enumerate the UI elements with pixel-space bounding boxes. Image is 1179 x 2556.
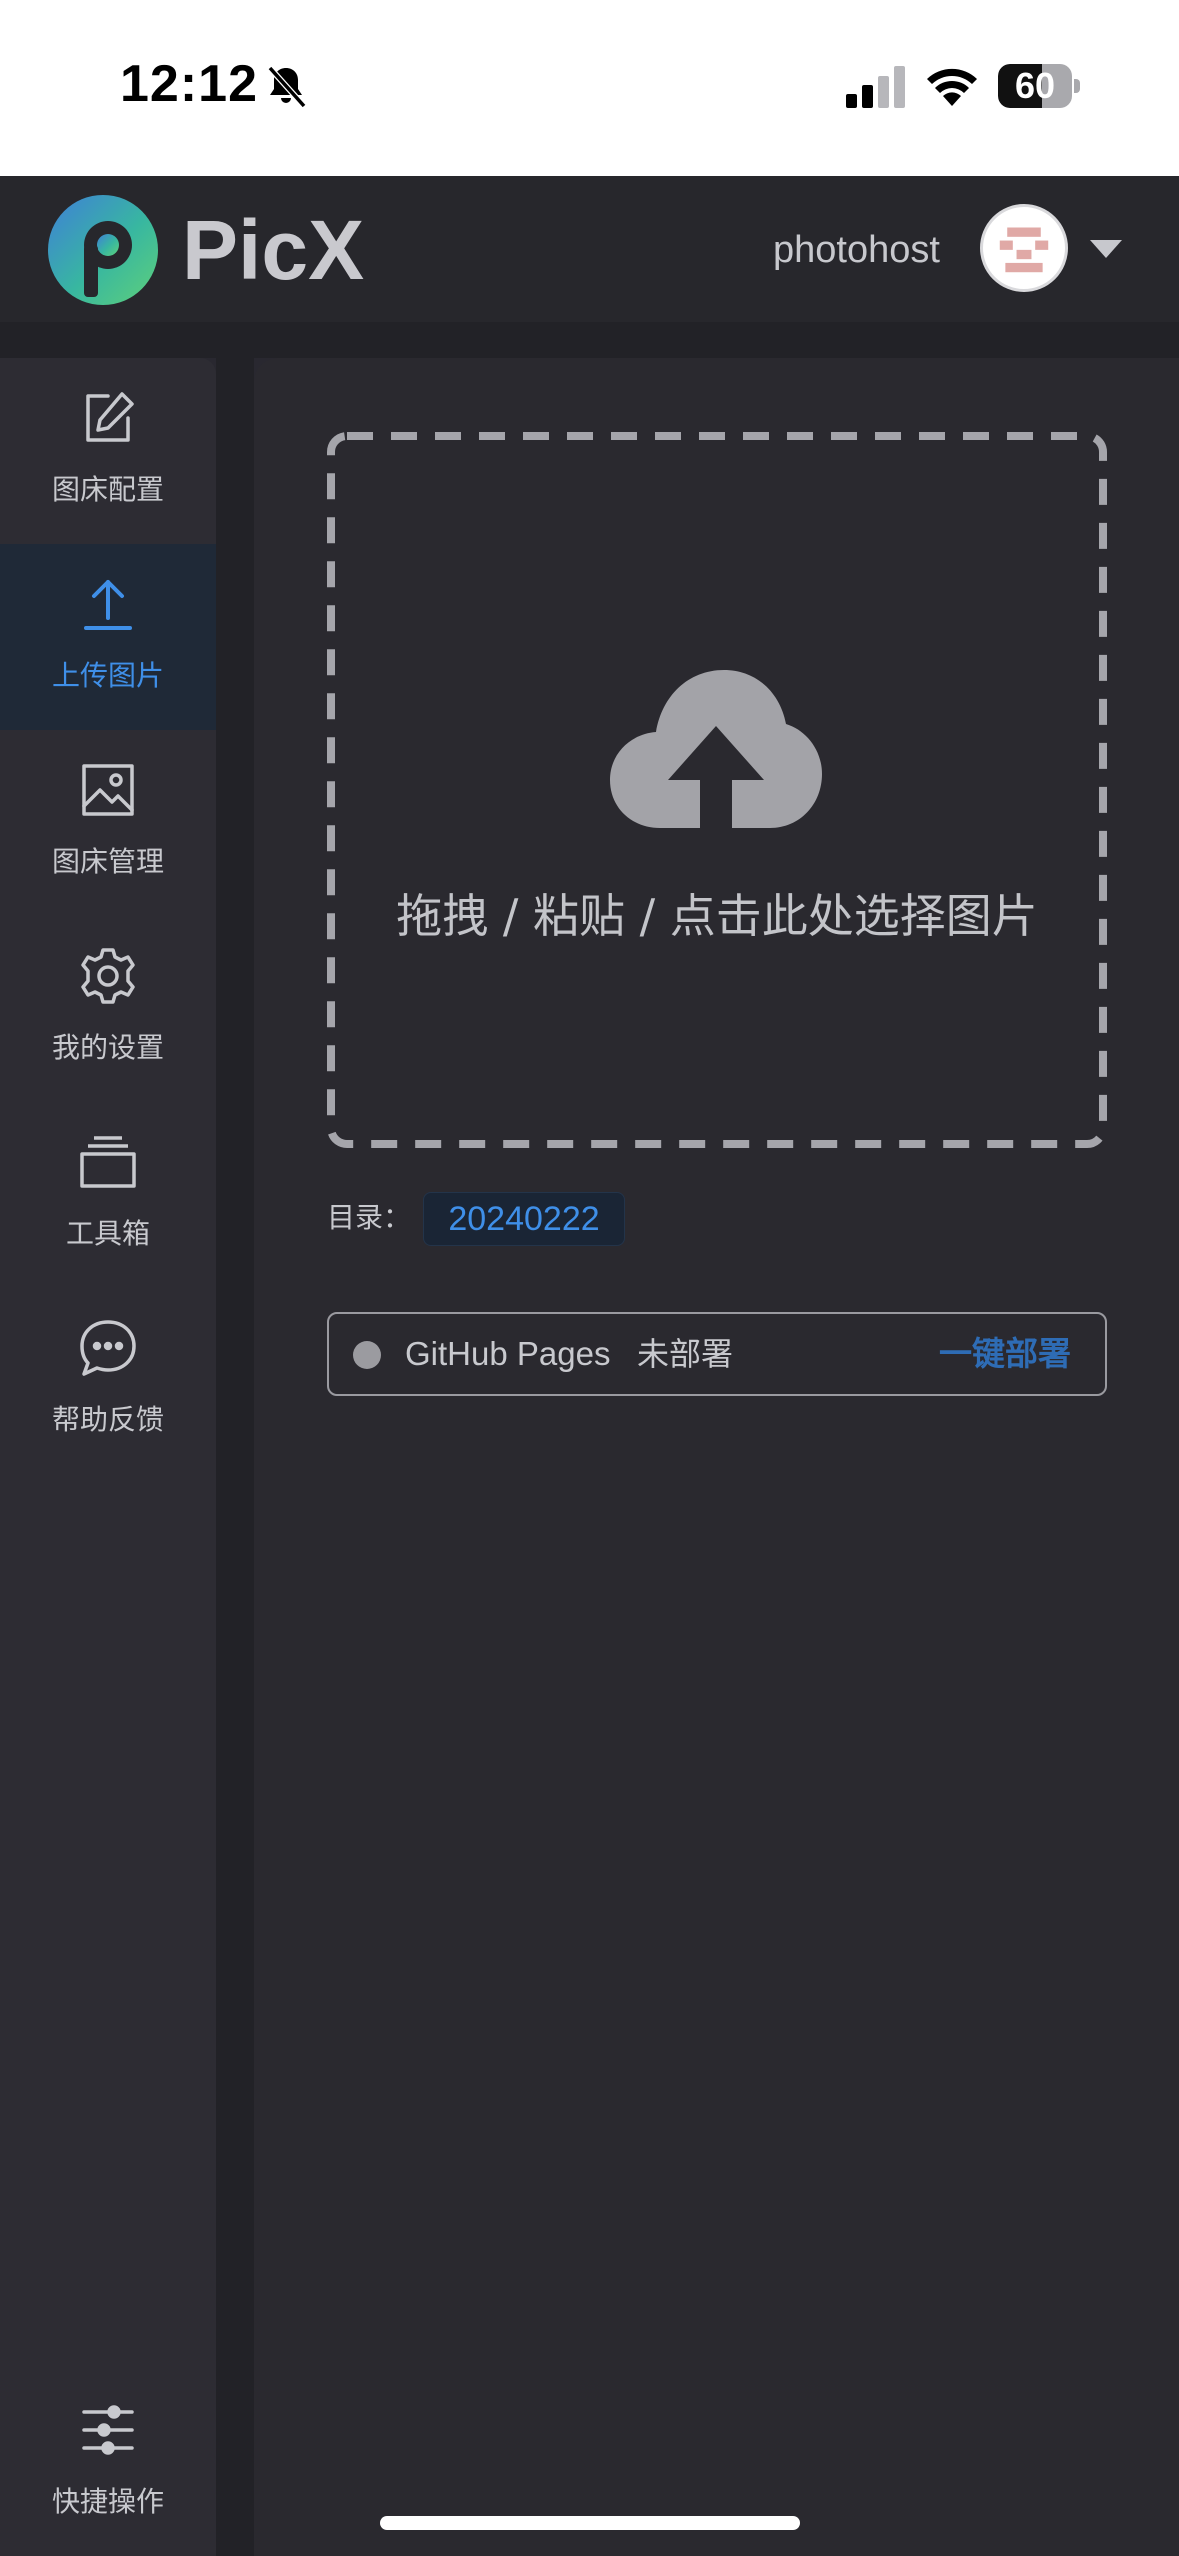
sidebar-item-picbed-config[interactable]: 图床配置 (0, 358, 216, 544)
sidebar: 图床配置 上传图片 图床管理 我的设置 工具箱 帮助反馈 快捷操作 (0, 358, 216, 2556)
sidebar-item-label: 上传图片 (51, 659, 164, 692)
cloud-upload-icon (610, 670, 822, 828)
sliders-icon (82, 2405, 134, 2455)
gear-icon (81, 948, 135, 1004)
directory-tag[interactable]: 20240222 (423, 1192, 625, 1246)
brand-name[interactable]: PicX (182, 195, 364, 305)
battery-indicator: 60 (998, 64, 1080, 108)
sidebar-item-help-feedback[interactable]: 帮助反馈 (0, 1288, 216, 1474)
picx-logo-icon[interactable] (48, 195, 158, 305)
avatar[interactable] (980, 204, 1068, 292)
upload-drop-zone[interactable]: 拖拽 / 粘贴 / 点击此处选择图片 (327, 432, 1107, 1148)
home-indicator[interactable] (380, 2516, 800, 2530)
one-click-deploy-button[interactable]: 一键部署 (939, 1332, 1071, 1376)
bell-muted-icon (267, 65, 307, 109)
status-bar: 12:12 60 (0, 0, 1179, 176)
sidebar-item-upload[interactable]: 上传图片 (0, 544, 216, 730)
sidebar-item-settings[interactable]: 我的设置 (0, 916, 216, 1102)
sidebar-gutter (216, 358, 254, 2556)
sidebar-item-label: 图床管理 (51, 845, 164, 878)
status-dot-icon (353, 1341, 381, 1369)
chat-icon (80, 1320, 136, 1376)
sidebar-item-picbed-manage[interactable]: 图床管理 (0, 730, 216, 916)
header-divider (0, 322, 1179, 358)
edit-icon (86, 392, 134, 442)
status-time: 12:12 (120, 55, 258, 113)
directory-label: 目录： (327, 1201, 412, 1234)
sidebar-item-quick-actions[interactable]: 快捷操作 (0, 2370, 216, 2556)
chevron-down-icon[interactable] (1090, 238, 1122, 260)
deploy-service-name: GitHub Pages (405, 1335, 611, 1372)
wifi-icon (927, 68, 977, 106)
username[interactable]: photohost (773, 222, 940, 278)
upload-icon (84, 580, 132, 630)
deploy-status-bar: GitHub Pages 未部署 一键部署 (327, 1312, 1107, 1396)
image-icon (82, 764, 134, 816)
sidebar-item-label: 帮助反馈 (51, 1403, 164, 1436)
sidebar-item-label: 图床配置 (51, 473, 164, 506)
deploy-status: 未部署 (637, 1335, 734, 1373)
sidebar-item-label: 工具箱 (65, 1217, 150, 1250)
sidebar-item-label: 快捷操作 (51, 2485, 164, 2518)
battery-level: 60 (1014, 65, 1056, 106)
signal-icon (846, 66, 905, 108)
toolbox-icon (80, 1136, 136, 1188)
sidebar-item-label: 我的设置 (51, 1031, 164, 1064)
sidebar-item-toolbox[interactable]: 工具箱 (0, 1102, 216, 1288)
upload-prompt: 拖拽 / 粘贴 / 点击此处选择图片 (396, 889, 1038, 943)
